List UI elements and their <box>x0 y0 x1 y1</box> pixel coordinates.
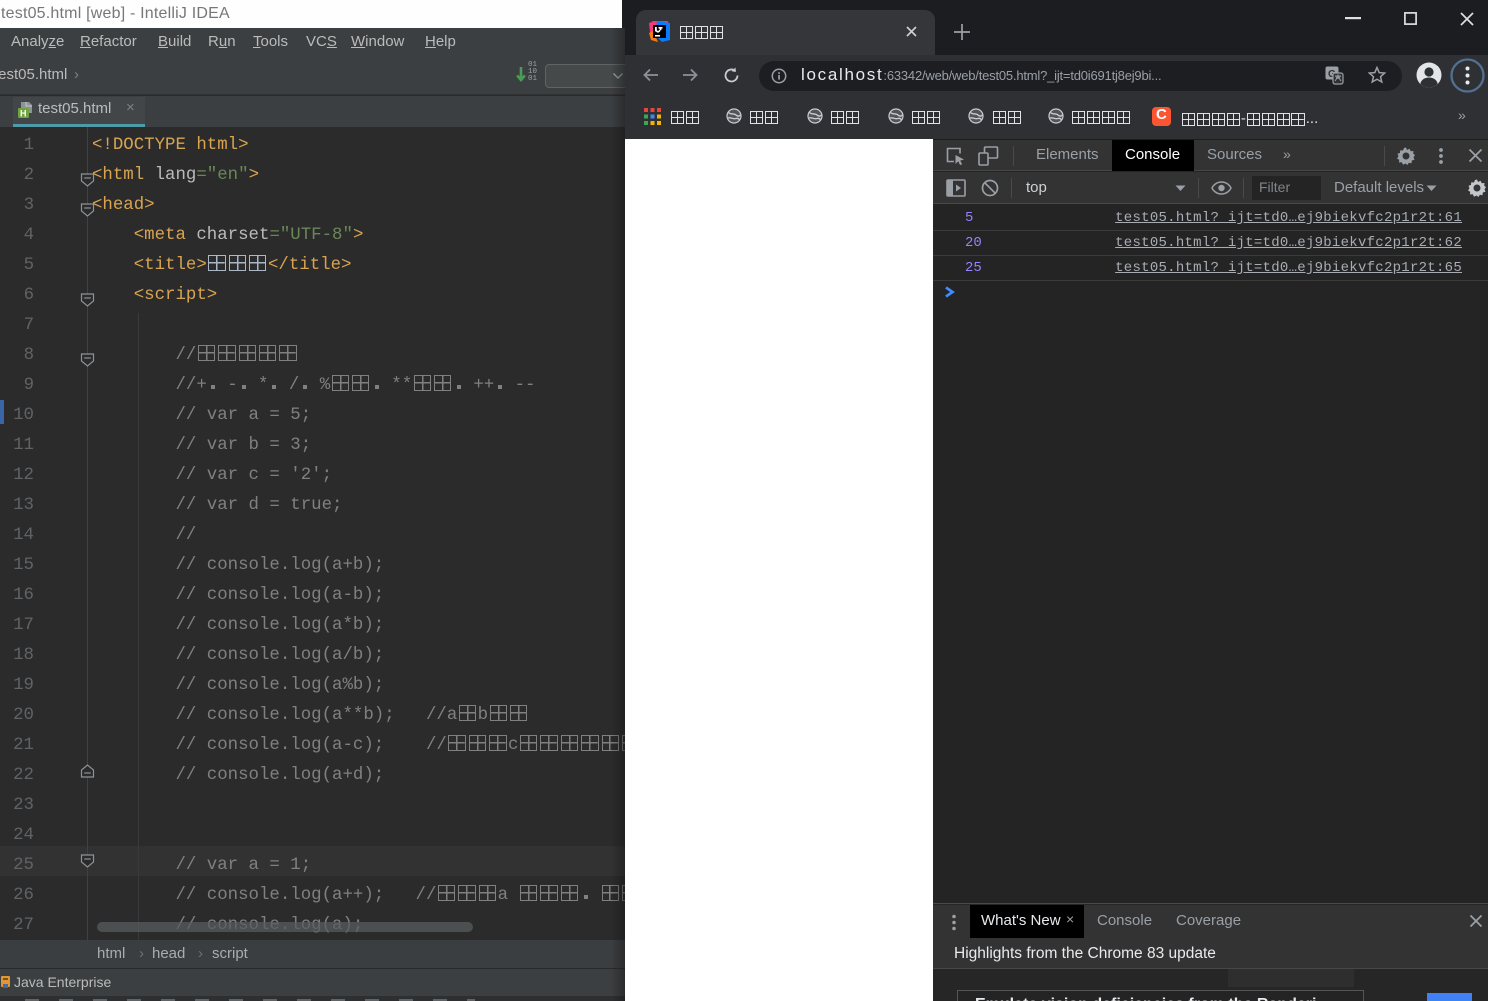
svg-text:H: H <box>20 109 27 119</box>
